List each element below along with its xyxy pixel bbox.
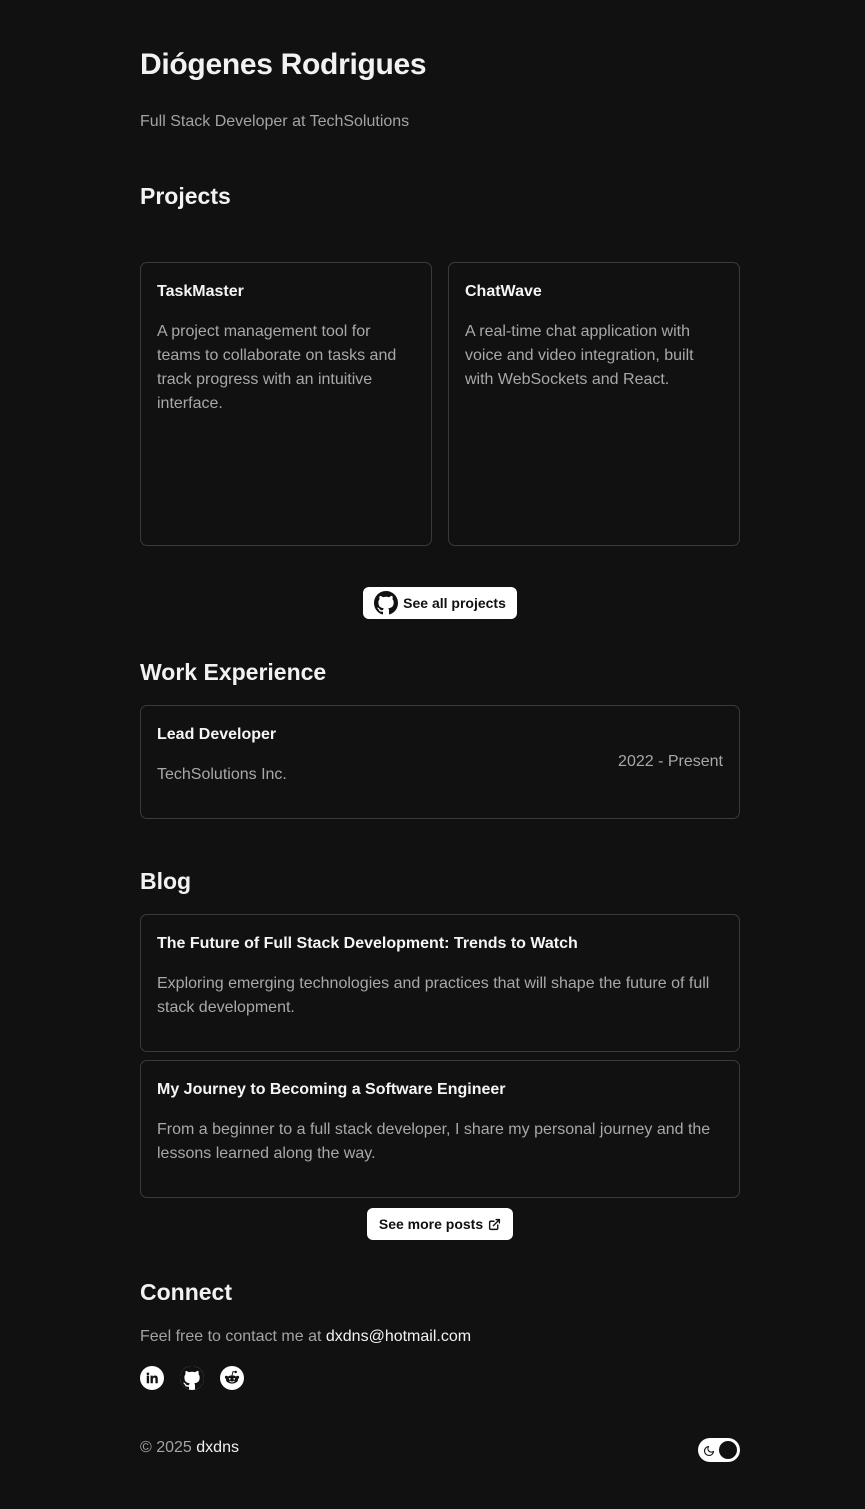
connect-heading: Connect [140,1279,232,1305]
projects-heading: Projects [140,183,231,209]
blog-post-excerpt: Exploring emerging technologies and prac… [157,975,710,1016]
moon-icon [703,1444,715,1462]
toggle-knob [719,1441,737,1459]
see-more-posts-button[interactable]: See more posts [367,1208,513,1240]
blog-heading: Blog [140,868,192,894]
see-all-projects-label: See all projects [403,595,506,611]
work-experience-heading: Work Experience [140,659,327,685]
footer-copyright: © 2025 dxdns [140,1439,239,1457]
email-link[interactable]: dxdns@hotmail.com [326,1328,471,1345]
linkedin-icon[interactable] [140,1366,164,1390]
job-period: 2022 - Present [618,753,723,770]
project-title: ChatWave [465,283,542,300]
footer-owner: dxdns [196,1439,239,1456]
subtitle: Full Stack Developer at TechSolutions [140,113,410,130]
theme-toggle[interactable] [698,1438,740,1462]
project-title: TaskMaster [157,283,244,300]
contact-prefix: Feel free to contact me at [140,1328,326,1345]
github-icon [374,591,399,615]
see-more-posts-label: See more posts [378,1216,484,1232]
blog-post-excerpt: From a beginner to a full stack develope… [157,1121,711,1162]
blog-post-title: The Future of Full Stack Development: Tr… [157,935,578,952]
reddit-icon[interactable] [220,1366,244,1390]
see-all-projects-button[interactable]: See all projects [363,587,517,619]
project-description: A real-time chat application with voice … [465,323,694,388]
project-card-taskmaster[interactable]: TaskMaster A project management tool for… [140,262,432,546]
contact-text: Feel free to contact me at dxdns@hotmail… [140,1328,471,1346]
blog-post-title: My Journey to Becoming a Software Engine… [157,1081,506,1098]
experience-card: Lead Developer TechSolutions Inc. 2022 -… [140,705,740,819]
external-link-icon [488,1218,501,1231]
copyright-text: © 2025 [140,1439,197,1456]
github-icon[interactable] [180,1366,204,1390]
job-role: Lead Developer [157,726,277,743]
project-description: A project management tool for teams to c… [157,323,397,412]
page-title: Diógenes Rodrigues [140,48,427,81]
blog-post-card[interactable]: My Journey to Becoming a Software Engine… [140,1060,740,1198]
project-card-chatwave[interactable]: ChatWave A real-time chat application wi… [448,262,740,546]
blog-post-card[interactable]: The Future of Full Stack Development: Tr… [140,914,740,1052]
